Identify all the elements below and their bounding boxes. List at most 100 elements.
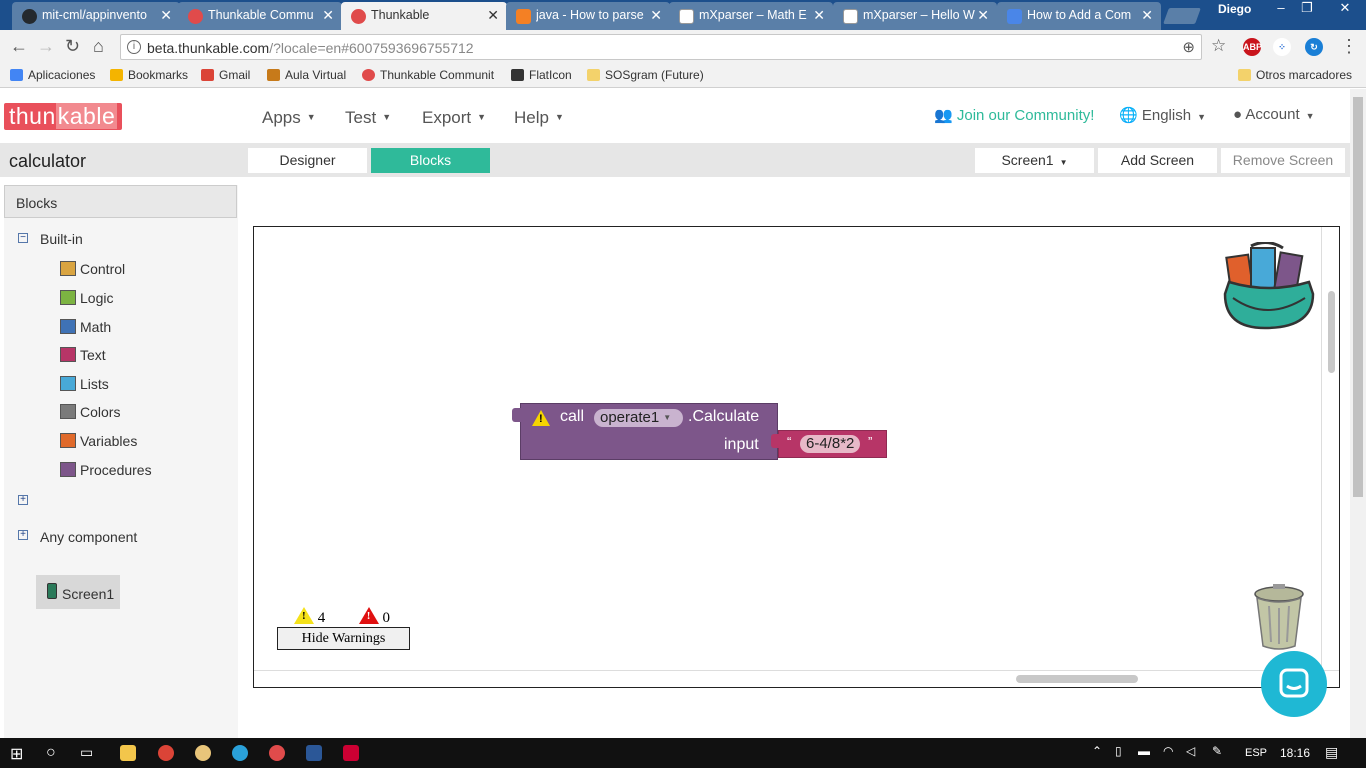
flaticon-icon — [511, 69, 524, 81]
remove-screen-button[interactable]: Remove Screen — [1221, 148, 1345, 173]
app-icon[interactable] — [195, 745, 211, 761]
notifications-icon[interactable]: ▤ — [1325, 744, 1338, 761]
join-community-link[interactable]: 👥 Join our Community! — [934, 106, 1094, 124]
sync-icon[interactable]: ↻ — [1305, 38, 1323, 56]
expand-icon[interactable]: + — [18, 530, 28, 540]
close-tab-icon[interactable]: ✕ — [813, 7, 825, 24]
scrollbar-thumb[interactable] — [1353, 97, 1363, 497]
reload-icon[interactable]: ↻ — [65, 36, 80, 57]
battery-icon[interactable]: ▬ — [1138, 744, 1150, 758]
warning-icon[interactable]: ! — [532, 410, 550, 426]
close-tab-icon[interactable]: ✕ — [977, 7, 989, 24]
browser-user[interactable]: Diego — [1218, 2, 1251, 16]
browser-tab[interactable]: java - How to parse ✕ — [506, 2, 670, 30]
browser-tab-active[interactable]: Thunkable ✕ — [341, 2, 507, 30]
browser-tab[interactable]: How to Add a Com ✕ — [997, 2, 1161, 30]
call-procedure-block[interactable]: ! call operate1 ▼ .Calculate input — [512, 403, 778, 460]
volume-icon[interactable]: ◁ — [1186, 744, 1195, 758]
language-selector[interactable]: 🌐 English ▼ — [1119, 106, 1206, 124]
bookmark-item[interactable]: Otros marcadores — [1238, 68, 1352, 82]
back-icon[interactable]: ← — [10, 36, 28, 57]
windows-start-icon[interactable]: ⊞ — [10, 744, 23, 764]
wifi-icon[interactable]: ◠ — [1163, 744, 1173, 758]
bookmark-item[interactable]: Aplicaciones — [10, 68, 95, 82]
extension-icon[interactable]: ⁘ — [1273, 38, 1291, 56]
usb-icon[interactable]: ▯ — [1115, 744, 1122, 758]
add-screen-button[interactable]: Add Screen — [1098, 148, 1217, 173]
component-dropdown[interactable]: operate1 ▼ — [594, 409, 683, 427]
bookmark-item[interactable]: Bookmarks — [110, 68, 188, 82]
tree-any-component[interactable]: Any component — [40, 529, 137, 545]
close-window-icon[interactable]: ✕ — [1324, 0, 1366, 20]
forward-icon[interactable]: → — [37, 36, 55, 57]
menu-export[interactable]: Export ▼ — [422, 108, 486, 128]
browser-tab[interactable]: mXparser – Hello W ✕ — [833, 2, 997, 30]
close-tab-icon[interactable]: ✕ — [322, 7, 334, 24]
pen-icon[interactable]: ✎ — [1212, 744, 1222, 758]
new-tab-button[interactable] — [1163, 8, 1201, 24]
bookmark-item[interactable]: Gmail — [201, 68, 250, 82]
file-explorer-icon[interactable] — [120, 745, 136, 761]
restore-icon[interactable]: ❐ — [1294, 0, 1320, 20]
category-procedures[interactable]: Procedures — [60, 462, 152, 478]
powershell-icon[interactable] — [306, 745, 322, 761]
backpack-icon[interactable] — [1221, 242, 1317, 334]
bookmark-item[interactable]: FlatIcon — [511, 68, 572, 82]
home-icon[interactable]: ⌂ — [93, 36, 104, 57]
category-lists[interactable]: Lists — [60, 376, 109, 392]
tree-screen1[interactable]: Screen1 — [36, 575, 120, 609]
menu-apps[interactable]: Apps ▼ — [262, 108, 316, 128]
menu-test[interactable]: Test ▼ — [345, 108, 391, 128]
app-icon[interactable] — [269, 745, 285, 761]
thunkable-logo[interactable]: thunkable — [4, 103, 123, 130]
task-view-icon[interactable]: ▭ — [80, 744, 93, 761]
chat-launcher-button[interactable] — [1261, 651, 1327, 717]
close-tab-icon[interactable]: ✕ — [1141, 7, 1153, 24]
category-logic[interactable]: Logic — [60, 290, 113, 306]
account-menu[interactable]: ● Account ▼ — [1233, 106, 1315, 123]
info-icon[interactable]: i — [127, 40, 141, 54]
close-tab-icon[interactable]: ✕ — [487, 7, 499, 24]
category-variables[interactable]: Variables — [60, 433, 137, 449]
browser-tab[interactable]: Thunkable Commu ✕ — [178, 2, 342, 30]
bookmark-item[interactable]: Aula Virtual — [267, 68, 346, 82]
app-icon[interactable] — [343, 745, 359, 761]
blocks-button[interactable]: Blocks — [371, 148, 490, 173]
minimize-icon[interactable]: – — [1268, 0, 1294, 20]
telegram-icon[interactable] — [232, 745, 248, 761]
bookmark-item[interactable]: SOSgram (Future) — [587, 68, 704, 82]
adblock-icon[interactable]: ABP — [1243, 38, 1262, 56]
bookmark-item[interactable]: Thunkable Communit — [362, 68, 494, 82]
cortana-icon[interactable]: ○ — [46, 744, 56, 762]
zoom-icon[interactable]: ⊕ — [1182, 38, 1195, 56]
expand-icon[interactable]: + — [18, 495, 28, 505]
designer-button[interactable]: Designer — [248, 148, 367, 173]
collapse-icon[interactable]: − — [18, 233, 28, 243]
language-indicator[interactable]: ESP — [1245, 747, 1267, 759]
blocks-workspace[interactable]: ! call operate1 ▼ .Calculate input “ 6-4/… — [253, 226, 1340, 688]
chrome-icon[interactable] — [158, 745, 174, 761]
category-colors[interactable]: Colors — [60, 404, 120, 420]
trash-icon[interactable] — [1253, 584, 1305, 650]
star-icon[interactable]: ☆ — [1211, 36, 1226, 56]
vertical-scrollbar[interactable] — [1328, 291, 1335, 373]
clock[interactable]: 18:16 — [1280, 746, 1310, 760]
tray-chevron-icon[interactable]: ⌃ — [1092, 744, 1102, 758]
address-bar[interactable]: i beta.thunkable.com/?locale=en#60075936… — [120, 34, 1202, 60]
category-control[interactable]: Control — [60, 261, 125, 277]
horizontal-scrollbar[interactable] — [1016, 675, 1138, 683]
screen-dropdown[interactable]: Screen1 ▼ — [975, 148, 1094, 173]
close-tab-icon[interactable]: ✕ — [650, 7, 662, 24]
hide-warnings-button[interactable]: Hide Warnings — [277, 627, 410, 650]
page-scrollbar[interactable] — [1350, 89, 1366, 738]
category-math[interactable]: Math — [60, 319, 111, 335]
browser-tab[interactable]: mXparser – Math E ✕ — [669, 2, 833, 30]
tree-builtin[interactable]: Built-in — [40, 231, 83, 247]
close-tab-icon[interactable]: ✕ — [160, 7, 172, 24]
text-string-block[interactable]: “ 6-4/8*2 ” — [771, 430, 887, 458]
menu-icon[interactable]: ⋮ — [1340, 36, 1358, 57]
string-value-field[interactable]: 6-4/8*2 — [800, 435, 861, 453]
browser-tab[interactable]: mit-cml/appinvento ✕ — [12, 2, 180, 30]
category-text[interactable]: Text — [60, 347, 106, 363]
menu-help[interactable]: Help ▼ — [514, 108, 564, 128]
